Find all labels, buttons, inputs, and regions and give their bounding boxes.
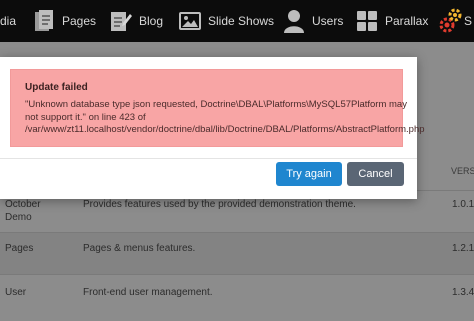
nav-item-parallax[interactable]: Parallax xyxy=(356,0,428,42)
nav-item-pages[interactable]: Pages xyxy=(33,0,96,42)
nav-label-parallax: Parallax xyxy=(385,14,429,28)
nav-label-slide-shows: Slide Shows xyxy=(208,14,275,28)
version-column-header: VERS xyxy=(451,166,474,176)
modal-divider xyxy=(0,158,417,159)
nav-label-settings: S xyxy=(464,14,473,28)
plugin-name: User xyxy=(5,287,27,298)
user-icon xyxy=(283,8,305,34)
plugin-description: Pages & menus features. xyxy=(83,243,196,254)
plugin-version: 1.2.1 xyxy=(452,243,474,254)
nav-item-slide-shows[interactable]: Slide Shows xyxy=(179,0,274,42)
plugin-description: Front-end user management. xyxy=(83,287,213,298)
update-failed-dialog: Update failed "Unknown database type jso… xyxy=(0,57,425,199)
plugin-description: Provides features used by the provided d… xyxy=(83,199,356,210)
plugin-name: Pages xyxy=(5,243,34,254)
cancel-button[interactable]: Cancel xyxy=(347,162,404,186)
try-again-button[interactable]: Try again xyxy=(276,162,342,186)
grid-icon xyxy=(356,10,378,32)
alert-title: Update failed xyxy=(25,82,88,93)
pages-icon xyxy=(33,9,55,33)
top-navbar: dia Pages Blog Slide Shows Users Paralla… xyxy=(0,0,474,42)
alert-message: "Unknown database type json requested, D… xyxy=(25,99,425,135)
plugin-name: October Demo xyxy=(5,199,41,223)
error-alert: Update failed "Unknown database type jso… xyxy=(10,69,425,147)
table-row[interactable]: User Front-end user management. 1.3.4 xyxy=(0,274,474,321)
image-icon xyxy=(179,11,201,31)
nav-item-blog[interactable]: Blog xyxy=(110,0,163,42)
nav-label-media: dia xyxy=(0,14,17,28)
nav-item-media[interactable]: dia xyxy=(0,0,16,42)
nav-label-users: Users xyxy=(312,14,344,28)
nav-item-users[interactable]: Users xyxy=(283,0,343,42)
plugin-version: 1.0.1 xyxy=(452,199,474,210)
nav-item-settings[interactable]: S xyxy=(438,0,472,42)
plugin-version: 1.3.4 xyxy=(452,287,474,298)
nav-label-pages: Pages xyxy=(62,14,97,28)
nav-label-blog: Blog xyxy=(139,14,164,28)
settings-icon xyxy=(438,8,462,34)
blog-icon xyxy=(110,9,132,33)
table-row[interactable]: Pages Pages & menus features. 1.2.1 xyxy=(0,232,474,274)
